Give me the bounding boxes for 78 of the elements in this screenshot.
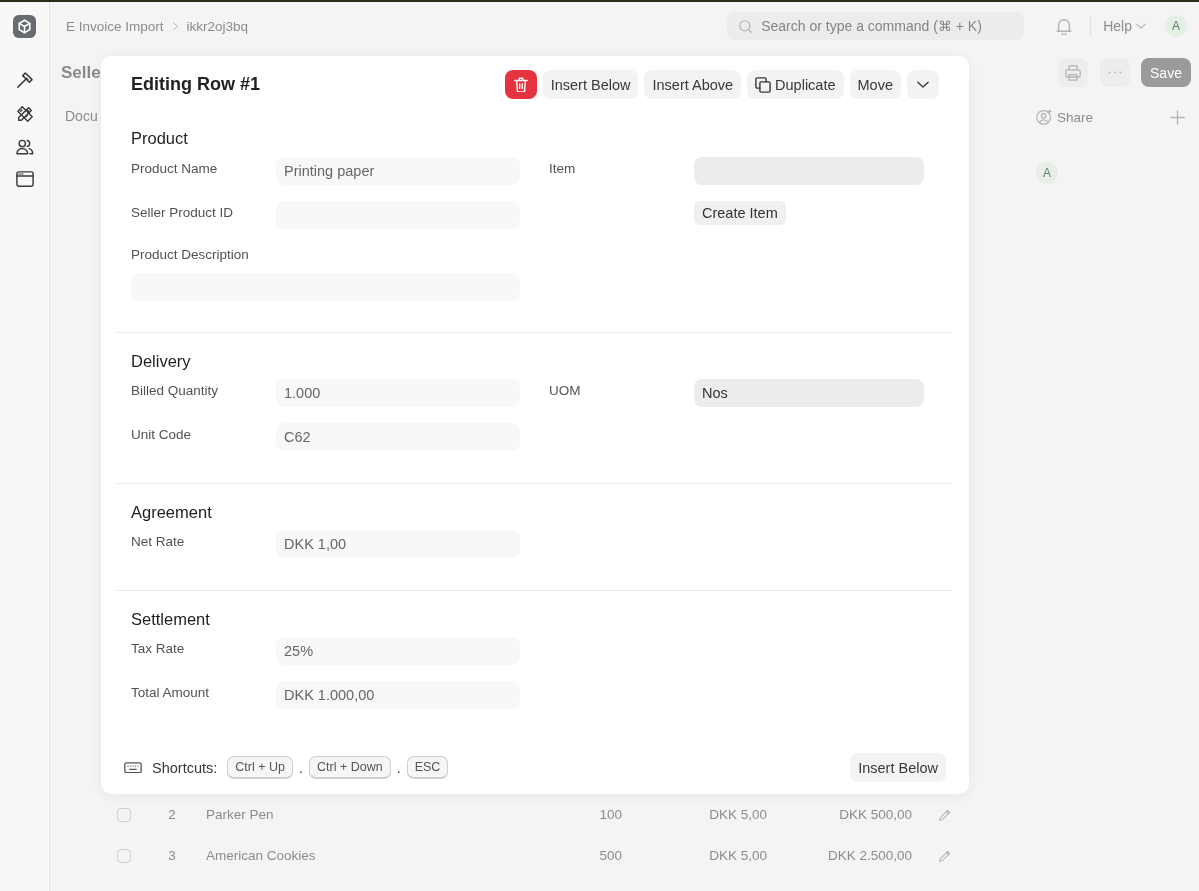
hammer-icon[interactable]: [15, 71, 34, 89]
user-add-icon: [1036, 109, 1052, 125]
shortcut-key: ESC: [406, 756, 449, 779]
browser-window-icon[interactable]: [15, 171, 34, 188]
assignee-avatar: A: [1036, 162, 1058, 184]
input-field[interactable]: DKK 1,00: [276, 530, 520, 558]
shortcut-key: Ctrl + Down: [309, 756, 391, 779]
field-label: Product Name: [131, 160, 219, 178]
breadcrumb-link[interactable]: E Invoice Import: [66, 18, 164, 34]
print-button[interactable]: [1058, 58, 1088, 87]
form-tab[interactable]: Docu: [65, 107, 98, 125]
section-title: Product: [131, 128, 189, 148]
page-title: Selle: [61, 62, 101, 83]
edit-icon[interactable]: [939, 808, 951, 821]
section-title: Settlement: [131, 609, 211, 629]
table-cell-text: DKK 5,00: [708, 848, 768, 863]
help-button[interactable]: Help: [1103, 18, 1146, 34]
field-label: Tax Rate: [131, 640, 186, 658]
key-separator: .: [396, 759, 401, 776]
chevron-down-icon: [1136, 23, 1146, 29]
app-logo-icon[interactable]: [13, 15, 36, 38]
user-avatar[interactable]: A: [1165, 15, 1187, 37]
field-label: Total Amount: [131, 684, 211, 702]
input-field[interactable]: Nos: [694, 379, 924, 407]
row-checkbox[interactable]: [117, 848, 131, 863]
delete-button[interactable]: [504, 70, 537, 99]
table-cell-text: American Cookies: [205, 848, 317, 863]
create-item-button[interactable]: Create Item: [694, 201, 786, 225]
pencil-ruler-icon[interactable]: [15, 105, 34, 123]
section-title: Agreement: [131, 502, 213, 522]
duplicate-button[interactable]: Duplicate: [747, 70, 844, 99]
table-cell-text: DKK 2.500,00: [826, 848, 913, 863]
more-button[interactable]: [1100, 58, 1130, 87]
copy-icon: [755, 76, 772, 93]
input-field[interactable]: Printing paper: [276, 157, 520, 185]
plus-icon[interactable]: [1170, 109, 1185, 125]
shortcut-key: Ctrl + Up: [227, 756, 293, 779]
search-icon: [739, 19, 753, 33]
printer-icon: [1065, 64, 1081, 81]
breadcrumb-separator-icon: [172, 21, 178, 31]
table-cell-text: DKK 5,00: [708, 807, 768, 822]
field-label: Unit Code: [131, 426, 193, 444]
action-button[interactable]: Insert Above: [644, 70, 742, 99]
field-label: Billed Quantity: [131, 382, 220, 400]
input-field[interactable]: DKK 1.000,00: [276, 681, 520, 709]
field-label: Net Rate: [131, 533, 186, 551]
row-checkbox[interactable]: [117, 807, 131, 822]
keyboard-icon: [124, 761, 142, 774]
trash-icon: [513, 76, 528, 93]
row-index: 3: [167, 848, 177, 863]
action-button[interactable]: Insert Below: [542, 70, 639, 99]
input-field[interactable]: C62: [276, 423, 520, 451]
table-cell-text: 500: [598, 848, 623, 863]
share-button[interactable]: Share: [1036, 109, 1094, 125]
table-cell-text: 100: [598, 807, 623, 822]
shortcuts-label: Shortcuts:: [152, 759, 218, 776]
field-label: Product Description: [131, 246, 250, 264]
bell-icon[interactable]: [1056, 17, 1073, 35]
edit-icon[interactable]: [939, 849, 951, 862]
table-cell-text: Parker Pen: [205, 807, 275, 822]
chevron-down-icon: [917, 81, 929, 88]
table-cell-text: DKK 500,00: [838, 807, 913, 822]
row-index: 2: [167, 807, 177, 822]
input-field[interactable]: 25%: [276, 637, 520, 665]
field-label: UOM: [549, 382, 582, 400]
breadcrumb-link[interactable]: ikkr2oj3bq: [186, 18, 249, 34]
users-icon[interactable]: [15, 139, 34, 156]
action-button[interactable]: Move: [849, 70, 901, 99]
ellipsis-icon: [1108, 70, 1122, 75]
section-title: Delivery: [131, 351, 192, 371]
input-field[interactable]: 1.000: [276, 379, 520, 407]
key-separator: .: [298, 759, 303, 776]
field-label: Item: [549, 160, 577, 178]
field-label: Seller Product ID: [131, 204, 235, 222]
search-field[interactable]: Search or type a command (⌘ + K): [727, 12, 1025, 40]
insert-below-button[interactable]: Insert Below: [850, 753, 946, 782]
dialog-title: Editing Row #1: [131, 74, 260, 95]
more-actions-button[interactable]: [907, 70, 939, 99]
